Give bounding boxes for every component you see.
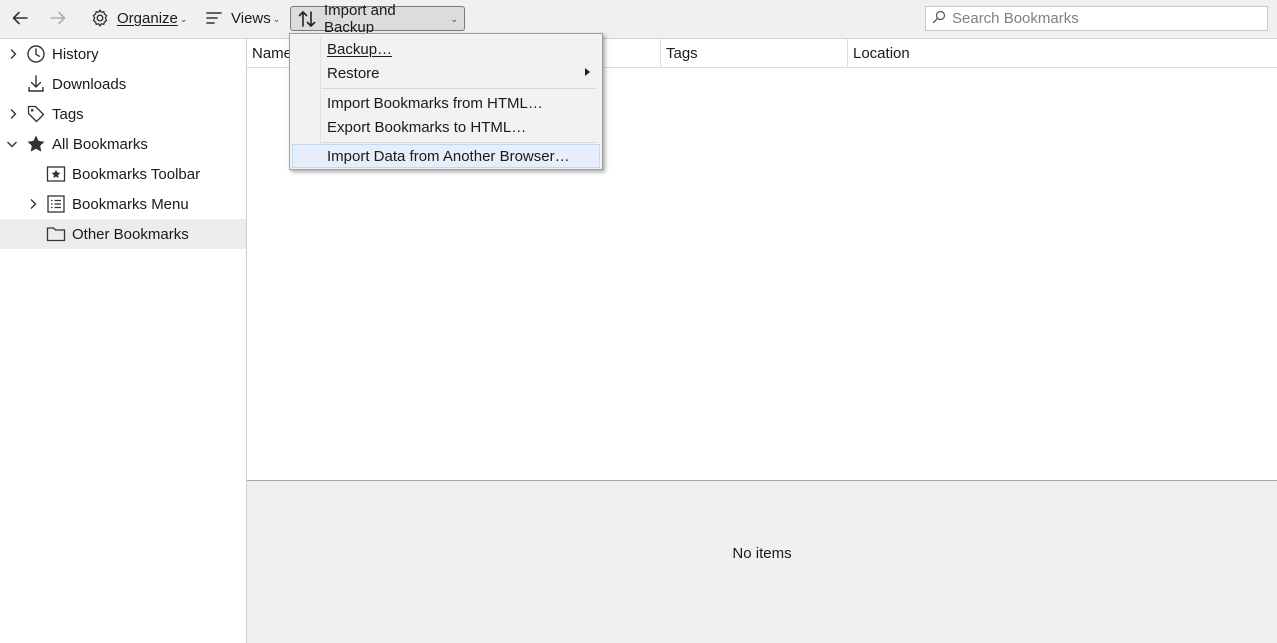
toolbar: Organize ⌄ Views ⌄ Import and Backup ⌄ <box>0 0 1277 39</box>
import-and-backup-label: Import and Backup <box>324 1 396 36</box>
menu-separator <box>322 142 596 143</box>
details-pane: No items <box>247 480 1277 643</box>
search-icon <box>932 10 946 28</box>
empty-state-text: No items <box>732 545 792 562</box>
back-button[interactable] <box>4 5 34 31</box>
chevron-right-icon[interactable] <box>7 48 19 60</box>
menu-item-label: Import Bookmarks from HTML… <box>327 94 543 112</box>
sidebar-item-label: Bookmarks Toolbar <box>72 165 201 183</box>
import-export-icon <box>297 9 317 29</box>
clock-icon <box>26 44 46 64</box>
chevron-right-icon[interactable] <box>7 108 19 120</box>
chevron-down-icon[interactable] <box>6 138 18 150</box>
sidebar-item-bookmarks-menu[interactable]: Bookmarks Menu <box>0 189 246 219</box>
menu-item-restore[interactable]: Restore <box>292 61 600 85</box>
views-label: Views <box>231 9 271 27</box>
search-box[interactable] <box>925 6 1268 31</box>
sidebar-item-other-bookmarks[interactable]: Other Bookmarks <box>0 219 246 249</box>
search-input[interactable] <box>952 10 1252 27</box>
menu-list-icon <box>46 194 66 214</box>
sidebar-item-tags[interactable]: Tags <box>0 99 246 129</box>
menu-item-import-html[interactable]: Import Bookmarks from HTML… <box>292 91 600 115</box>
sidebar-item-label: Bookmarks Menu <box>72 195 189 213</box>
chevron-down-icon: ⌄ <box>272 13 281 24</box>
sidebar-item-label: Other Bookmarks <box>72 225 189 243</box>
menu-item-import-from-browser[interactable]: Import Data from Another Browser… <box>292 144 600 168</box>
chevron-down-icon: ⌄ <box>450 14 458 24</box>
chevron-right-icon[interactable] <box>27 198 39 210</box>
arrow-right-icon <box>48 8 68 28</box>
menu-item-export-html[interactable]: Export Bookmarks to HTML… <box>292 115 600 139</box>
star-icon <box>26 134 46 154</box>
menu-item-label: Export Bookmarks to HTML… <box>327 118 527 136</box>
sidebar-item-downloads[interactable]: Downloads <box>0 69 246 99</box>
chevron-down-icon: ⌄ <box>179 13 188 24</box>
sidebar-tree: History Downloads Tags All Bookmarks Boo… <box>0 39 247 643</box>
forward-button[interactable] <box>42 5 72 31</box>
menu-item-label: Restore <box>327 64 380 82</box>
sidebar-item-history[interactable]: History <box>0 39 246 69</box>
sidebar-item-label: Downloads <box>52 75 127 93</box>
organize-label: Organize <box>117 9 178 27</box>
column-header-tags[interactable]: Tags <box>660 39 847 67</box>
folder-icon <box>46 224 66 244</box>
sidebar-item-label: All Bookmarks <box>52 135 148 153</box>
sidebar-item-bookmarks-toolbar[interactable]: Bookmarks Toolbar <box>0 159 246 189</box>
sidebar-item-label: Tags <box>52 105 84 123</box>
views-button[interactable]: Views ⌄ <box>198 5 286 31</box>
column-header-location[interactable]: Location <box>847 39 1277 67</box>
organize-button[interactable]: Organize ⌄ <box>84 5 193 31</box>
sidebar-item-label: History <box>52 45 99 63</box>
menu-item-backup[interactable]: Backup… <box>292 37 600 61</box>
list-icon <box>204 8 224 28</box>
submenu-arrow-icon <box>585 68 590 76</box>
menu-item-label: Import Data from Another Browser… <box>327 147 570 165</box>
sidebar-item-all-bookmarks[interactable]: All Bookmarks <box>0 129 246 159</box>
tag-icon <box>26 104 46 124</box>
toolbar-star-icon <box>46 164 66 184</box>
arrow-left-icon <box>10 8 30 28</box>
menu-separator <box>322 88 596 89</box>
gear-icon <box>90 8 110 28</box>
import-and-backup-button[interactable]: Import and Backup ⌄ <box>290 2 465 36</box>
menu-item-label: Backup… <box>327 40 393 58</box>
download-icon <box>26 74 46 94</box>
import-and-backup-menu: Backup… Restore Import Bookmarks from HT… <box>289 33 603 170</box>
